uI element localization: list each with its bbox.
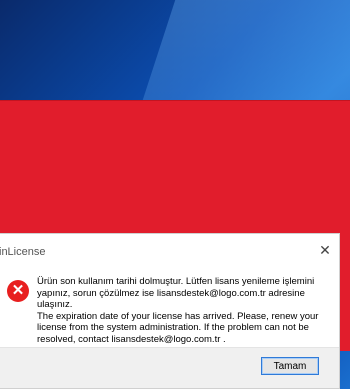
message-line: resolved, contact lisansdestek@logo.com.… [37,333,226,345]
message-line: The expiration date of your license has … [37,310,319,322]
dialog-titlebar: inLicense ✕ [0,234,339,268]
ok-button[interactable]: Tamam [261,357,319,375]
dialog-footer: Tamam [0,347,339,388]
close-icon[interactable]: ✕ [317,242,333,258]
website-banner: www.logo.com.tr / 444 56 46 [115,302,235,312]
message-line: license from the system administration. … [37,322,309,334]
logo-branding-frame: inLicense ✕ ✕ Ürün son kullanım tarihi d… [0,100,350,389]
dialog-title: inLicense [0,246,46,258]
error-icon: ✕ [7,280,29,302]
message-line: Ürün son kullanım tarihi dolmuştur. Lütf… [37,276,315,287]
